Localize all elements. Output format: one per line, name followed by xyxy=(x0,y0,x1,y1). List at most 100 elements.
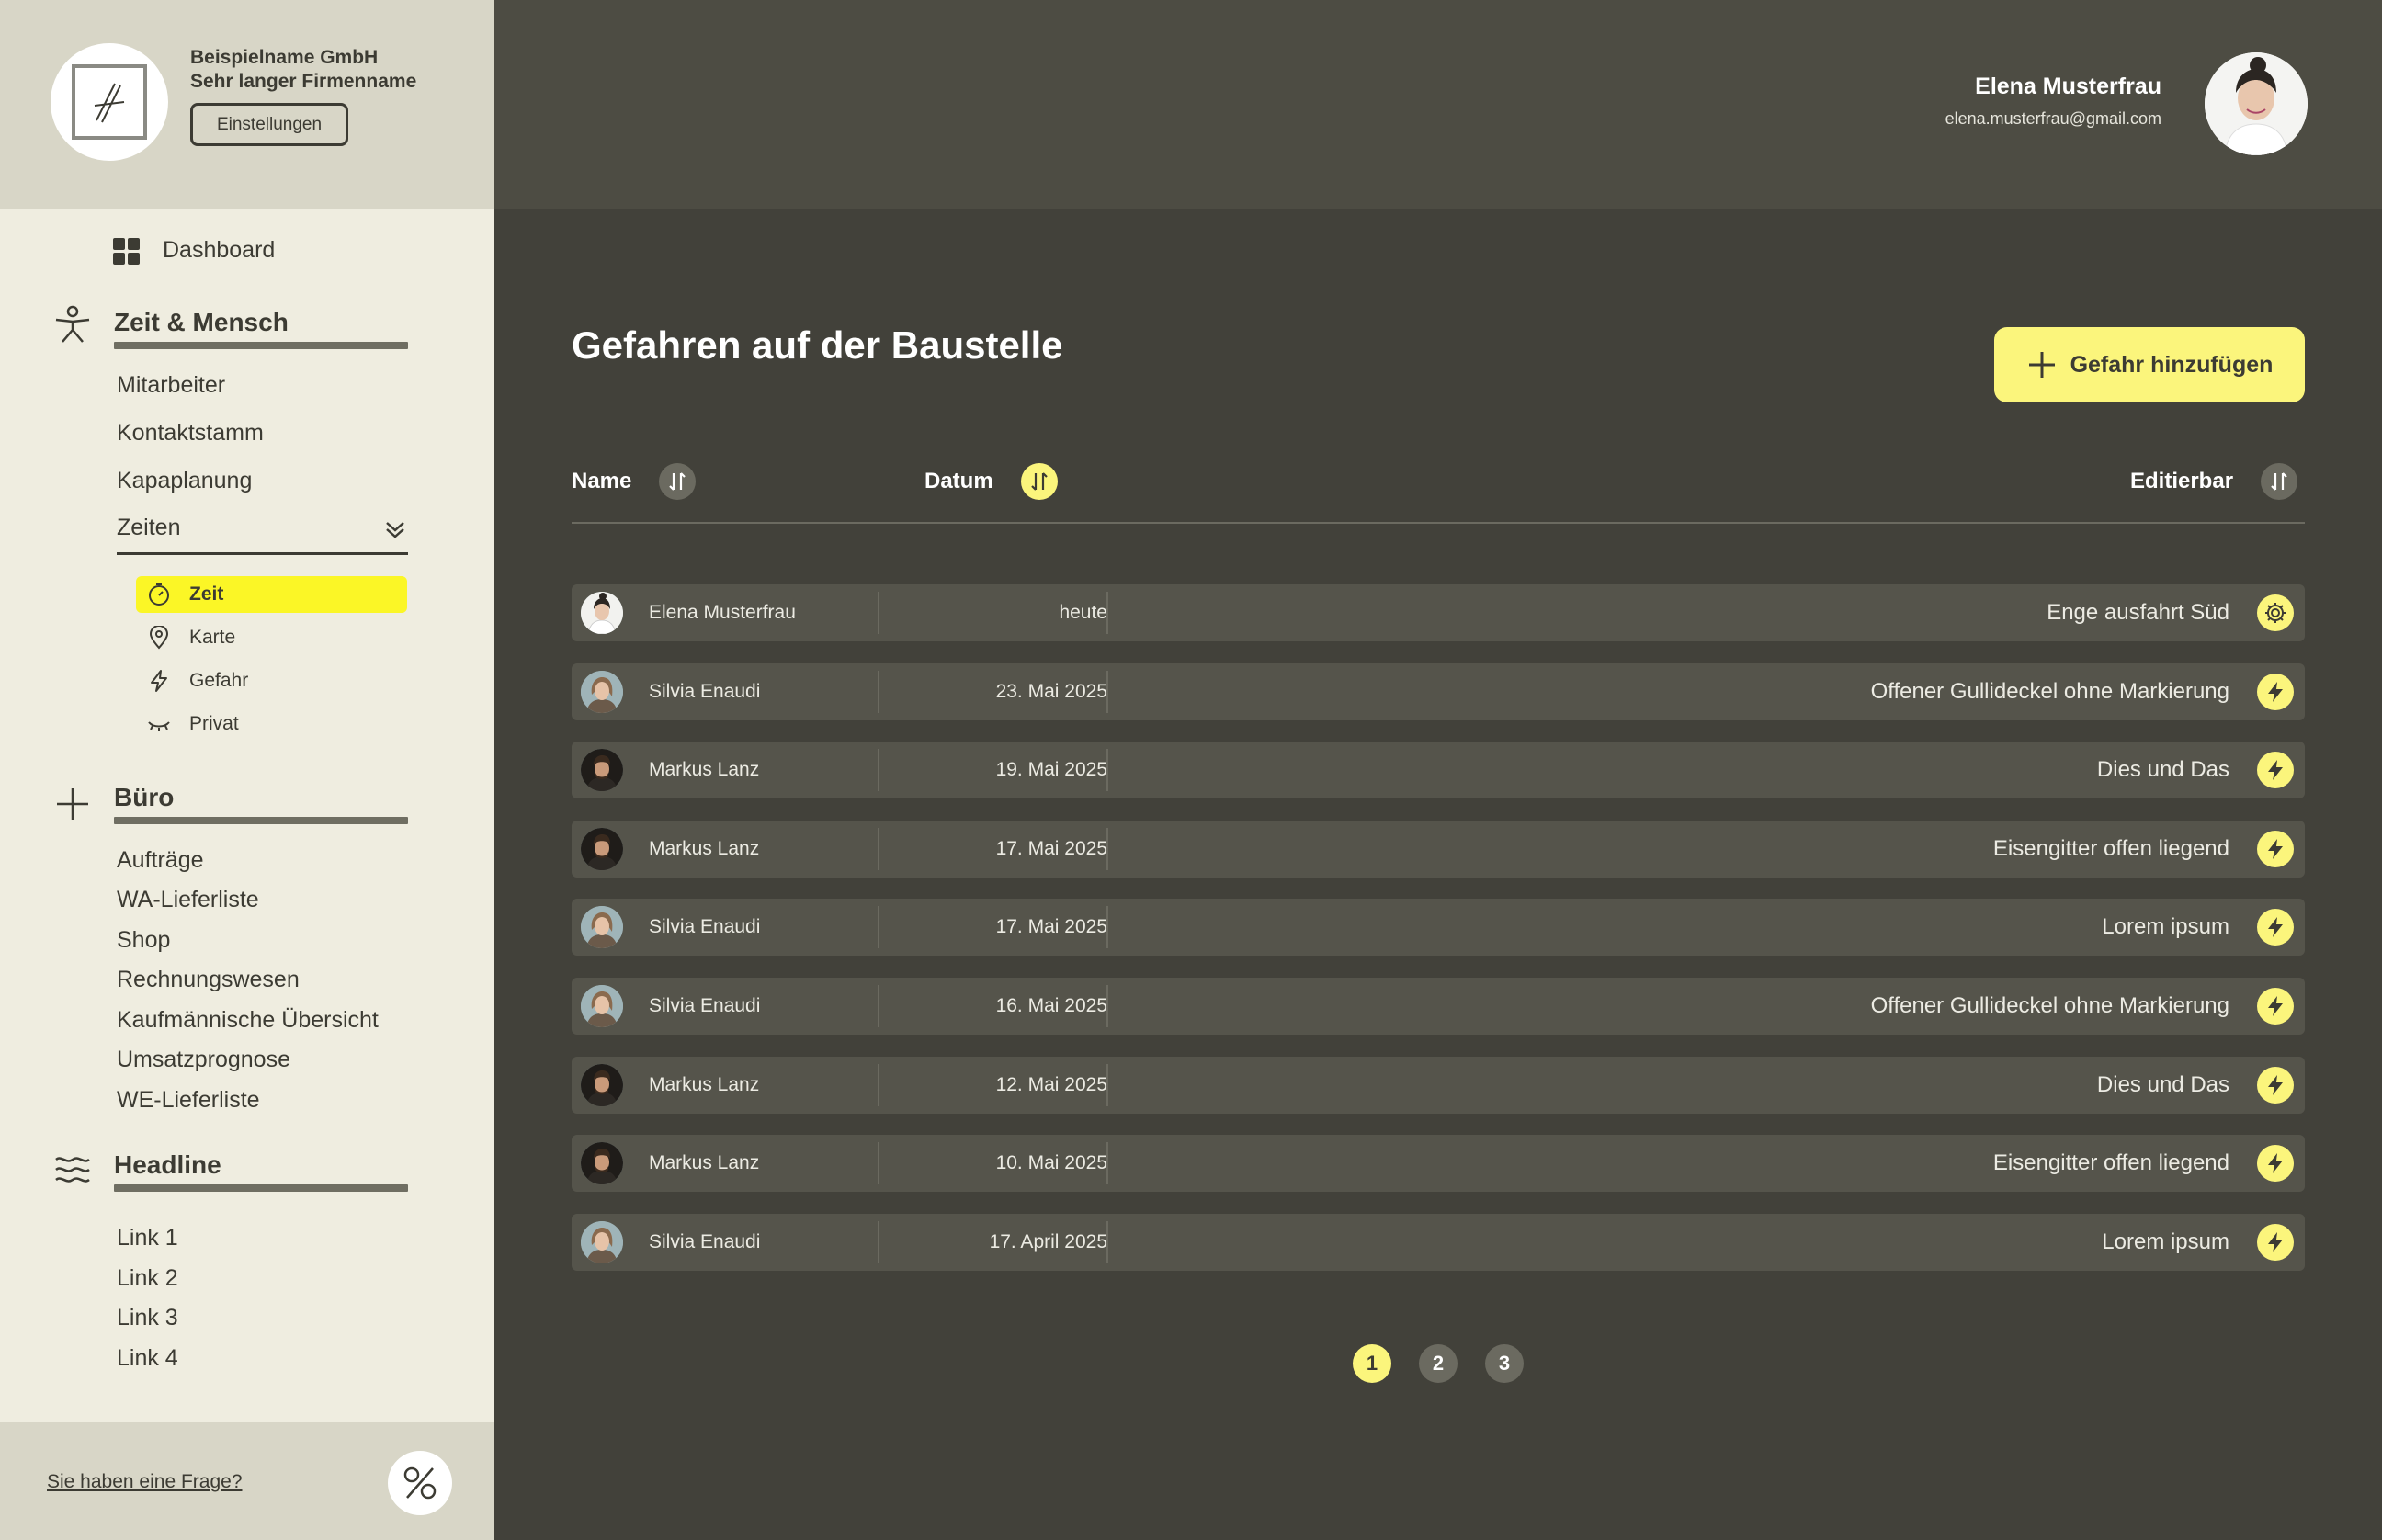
row-name: Silvia Enaudi xyxy=(649,680,761,702)
section-title-zeit-mensch[interactable]: Zeit & Mensch xyxy=(114,308,289,337)
row-action-button[interactable] xyxy=(2257,673,2294,710)
page-button-3[interactable]: 3 xyxy=(1485,1344,1524,1383)
table-row[interactable]: Elena Musterfrau heute Enge ausfahrt Süd xyxy=(572,584,2305,641)
row-name: Markus Lanz xyxy=(649,1073,760,1095)
avatar xyxy=(581,1063,623,1106)
sidebar-item-shop[interactable]: Shop xyxy=(117,927,170,954)
section-title-headline[interactable]: Headline xyxy=(114,1150,221,1180)
row-action-button[interactable] xyxy=(2257,1145,2294,1183)
row-description: Dies und Das xyxy=(2096,1071,2229,1097)
sort-name-button[interactable] xyxy=(659,463,697,500)
sidebar: Beispielname GmbH Sehr langer Firmenname… xyxy=(0,0,494,1540)
row-description: Offener Gullideckel ohne Markierung xyxy=(1870,678,2229,704)
row-description: Eisengitter offen liegend xyxy=(1992,1150,2229,1176)
user-avatar[interactable] xyxy=(2205,52,2308,155)
sidebar-subitem-label: Karte xyxy=(189,627,236,648)
row-action-button[interactable] xyxy=(2257,1223,2294,1261)
add-hazard-button[interactable]: Gefahr hinzufügen xyxy=(1994,327,2305,402)
sidebar-item-kontaktstamm[interactable]: Kontaktstamm xyxy=(117,420,264,447)
sidebar-item-we-lieferliste[interactable]: WE-Lieferliste xyxy=(117,1087,260,1114)
sidebar-subitem-zeit[interactable]: Zeit xyxy=(136,576,407,613)
sidebar-item-link-3[interactable]: Link 3 xyxy=(117,1305,178,1331)
user-email: elena.musterfrau@gmail.com xyxy=(1945,109,2161,128)
column-header-editable: Editierbar xyxy=(2130,463,2298,500)
company-logo[interactable] xyxy=(51,43,168,161)
table-row[interactable]: Silvia Enaudi 23. Mai 2025 Offener Gullide… xyxy=(572,662,2305,720)
signature-logo-icon xyxy=(72,64,147,140)
row-action-button[interactable] xyxy=(2257,1066,2294,1104)
row-name: Elena Musterfrau xyxy=(649,602,796,623)
sidebar-item-link-1[interactable]: Link 1 xyxy=(117,1225,178,1251)
sidebar-subitem-karte[interactable]: Karte xyxy=(136,619,407,656)
lightning-icon xyxy=(151,670,167,692)
section-title-buero[interactable]: Büro xyxy=(114,783,174,812)
sort-editable-button[interactable] xyxy=(2261,463,2298,500)
table-row[interactable]: Markus Lanz 10. Mai 2025 Eisengitter offen… xyxy=(572,1135,2305,1193)
avatar xyxy=(581,592,623,634)
table-row[interactable]: Markus Lanz 19. Mai 2025 Dies und Das xyxy=(572,742,2305,799)
row-description: Offener Gullideckel ohne Markierung xyxy=(1870,993,2229,1018)
row-action-button[interactable] xyxy=(2257,909,2294,946)
add-hazard-label: Gefahr hinzufügen xyxy=(2070,351,2274,378)
sidebar-item-link-4[interactable]: Link 4 xyxy=(117,1345,178,1372)
sidebar-item-link-2[interactable]: Link 2 xyxy=(117,1265,178,1292)
sidebar-item-umsatzprognose[interactable]: Umsatzprognose xyxy=(117,1047,290,1073)
row-date: 19. Mai 2025 xyxy=(995,759,1107,781)
sidebar-item-label: Dashboard xyxy=(163,237,276,263)
top-bar: Elena Musterfrau elena.musterfrau@gmail.… xyxy=(494,0,2382,209)
row-action-button[interactable] xyxy=(2257,594,2294,631)
sidebar-item-kapaplanung[interactable]: Kapaplanung xyxy=(117,468,252,494)
sidebar-footer: Sie haben eine Frage? xyxy=(0,1422,494,1540)
percent-icon[interactable] xyxy=(388,1451,452,1515)
column-label: Editierbar xyxy=(2130,469,2234,493)
cell-divider xyxy=(1106,827,1108,870)
cell-divider xyxy=(1106,1220,1108,1263)
row-action-button[interactable] xyxy=(2257,830,2294,867)
closed-eye-icon xyxy=(148,721,170,731)
company-header: Beispielname GmbH Sehr langer Firmenname… xyxy=(0,0,494,209)
sidebar-item-dashboard[interactable]: Dashboard xyxy=(113,237,276,265)
sort-icon xyxy=(669,472,686,491)
row-description: Dies und Das xyxy=(2096,757,2229,783)
lightning-icon xyxy=(2268,1074,2283,1095)
sidebar-dropdown-zeiten[interactable]: Zeiten xyxy=(117,515,408,555)
page-title: Gefahren auf der Baustelle xyxy=(572,323,1063,367)
avatar xyxy=(581,1142,623,1185)
table-row[interactable]: Silvia Enaudi 16. Mai 2025 Offener Gullide… xyxy=(572,978,2305,1035)
table-row[interactable]: Silvia Enaudi 17. Mai 2025 Lorem ipsum xyxy=(572,899,2305,957)
row-description: Lorem ipsum xyxy=(2102,1229,2229,1254)
sidebar-item-kaufmaennische-uebersicht[interactable]: Kaufmännische Übersicht xyxy=(117,1007,379,1034)
sidebar-subitem-gefahr[interactable]: Gefahr xyxy=(136,662,407,699)
sidebar-item-rechnungswesen[interactable]: Rechnungswesen xyxy=(117,967,300,993)
grid-icon xyxy=(113,237,140,265)
person-icon xyxy=(55,305,90,343)
avatar xyxy=(581,670,623,713)
table-row[interactable]: Silvia Enaudi 17. April 2025 Lorem ipsum xyxy=(572,1213,2305,1271)
row-action-button[interactable] xyxy=(2257,988,2294,1025)
page-button-2[interactable]: 2 xyxy=(1419,1344,1458,1383)
table-row[interactable]: Markus Lanz 12. Mai 2025 Dies und Das xyxy=(572,1056,2305,1114)
plus-icon xyxy=(57,788,88,820)
row-description: Enge ausfahrt Süd xyxy=(2047,600,2229,625)
sidebar-item-auftraege[interactable]: Aufträge xyxy=(117,847,204,874)
avatar xyxy=(581,1220,623,1263)
double-chevron-down-icon xyxy=(386,522,404,538)
table-row[interactable]: Markus Lanz 17. Mai 2025 Eisengitter offen… xyxy=(572,820,2305,878)
sort-icon xyxy=(1030,472,1048,491)
sidebar-item-mitarbeiter[interactable]: Mitarbeiter xyxy=(117,372,225,399)
sort-date-button[interactable] xyxy=(1020,463,1058,500)
plus-icon xyxy=(2028,352,2055,378)
row-name: Markus Lanz xyxy=(649,1152,760,1174)
row-action-button[interactable] xyxy=(2257,752,2294,789)
faq-link[interactable]: Sie haben eine Frage? xyxy=(47,1471,243,1493)
sidebar-subitem-privat[interactable]: Privat xyxy=(136,706,407,742)
page-button-1[interactable]: 1 xyxy=(1353,1344,1391,1383)
company-name-line1: Beispielname GmbH xyxy=(190,47,379,68)
settings-button[interactable]: Einstellungen xyxy=(190,103,348,146)
sidebar-item-wa-lieferliste[interactable]: WA-Lieferliste xyxy=(117,887,259,913)
lightning-icon xyxy=(2268,996,2283,1016)
section-divider xyxy=(114,1184,408,1192)
cell-divider xyxy=(1106,592,1108,634)
lightning-icon xyxy=(2268,681,2283,702)
gear-icon xyxy=(2265,603,2286,623)
